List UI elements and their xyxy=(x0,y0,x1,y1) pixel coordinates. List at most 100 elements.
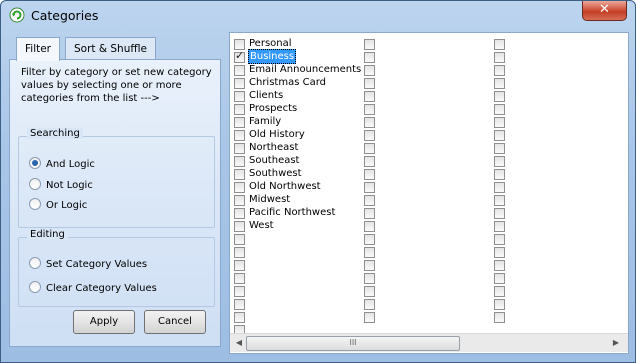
category-checkbox[interactable] xyxy=(234,156,245,167)
category-checkbox[interactable] xyxy=(234,299,245,310)
category-checkbox[interactable] xyxy=(234,234,245,245)
category-checkbox[interactable] xyxy=(494,104,505,115)
list-item[interactable] xyxy=(230,285,628,298)
category-checkbox[interactable] xyxy=(494,195,505,206)
category-label[interactable]: Midwest xyxy=(248,193,291,206)
radio-button[interactable] xyxy=(29,198,41,210)
category-checkbox[interactable] xyxy=(364,273,375,284)
category-checkbox[interactable] xyxy=(494,221,505,232)
category-checkbox[interactable] xyxy=(234,182,245,193)
category-checkbox[interactable] xyxy=(364,221,375,232)
category-checkbox[interactable] xyxy=(364,104,375,115)
category-checkbox[interactable] xyxy=(494,91,505,102)
category-checkbox[interactable] xyxy=(364,65,375,76)
category-label[interactable]: Northeast xyxy=(248,141,299,154)
category-checkbox[interactable] xyxy=(494,299,505,310)
and-logic-radio[interactable]: And Logic xyxy=(29,157,95,171)
category-label[interactable]: Christmas Card xyxy=(248,76,327,89)
category-checkbox[interactable] xyxy=(364,286,375,297)
category-label[interactable]: Old History xyxy=(248,128,306,141)
radio-button[interactable] xyxy=(29,281,41,293)
scroll-left-arrow-icon[interactable]: ◀ xyxy=(233,337,245,349)
category-checkbox[interactable] xyxy=(364,247,375,258)
category-checkbox[interactable] xyxy=(364,78,375,89)
category-checkbox[interactable] xyxy=(494,247,505,258)
category-checkbox[interactable] xyxy=(364,39,375,50)
category-label[interactable]: Business xyxy=(248,49,297,64)
category-label[interactable]: Pacific Northwest xyxy=(248,206,336,219)
close-button[interactable]: ✕ xyxy=(582,1,627,21)
category-checkbox[interactable] xyxy=(494,208,505,219)
category-checkbox[interactable] xyxy=(494,65,505,76)
category-checkbox[interactable] xyxy=(494,286,505,297)
category-checkbox[interactable] xyxy=(494,260,505,271)
category-checkbox[interactable] xyxy=(364,52,375,63)
set-category-values-radio[interactable]: Set Category Values xyxy=(29,257,147,271)
category-checkbox[interactable] xyxy=(364,195,375,206)
category-checkbox[interactable] xyxy=(234,169,245,180)
category-checkbox[interactable] xyxy=(364,234,375,245)
not-logic-radio[interactable]: Not Logic xyxy=(29,178,93,192)
category-checkbox[interactable] xyxy=(494,234,505,245)
category-checkbox[interactable] xyxy=(494,39,505,50)
category-checkbox[interactable] xyxy=(364,117,375,128)
list-item[interactable] xyxy=(230,311,628,324)
category-checkbox[interactable] xyxy=(364,156,375,167)
category-checkbox[interactable] xyxy=(234,91,245,102)
list-item[interactable]: Pacific Northwest xyxy=(230,207,628,220)
category-checkbox[interactable] xyxy=(494,78,505,89)
tab-sort-shuffle[interactable]: Sort & Shuffle xyxy=(65,37,156,60)
category-label[interactable]: Prospects xyxy=(248,102,298,115)
category-label[interactable]: West xyxy=(248,219,275,232)
category-checkbox[interactable] xyxy=(364,260,375,271)
category-checkbox[interactable] xyxy=(234,65,245,76)
title-bar[interactable]: Categories ✕ xyxy=(1,1,635,29)
category-checkbox[interactable] xyxy=(234,117,245,128)
category-checkbox[interactable] xyxy=(234,143,245,154)
or-logic-radio[interactable]: Or Logic xyxy=(29,198,87,212)
radio-button[interactable] xyxy=(29,257,41,269)
category-label[interactable]: Old Northwest xyxy=(248,180,322,193)
list-item[interactable] xyxy=(230,259,628,272)
category-checkbox[interactable] xyxy=(234,104,245,115)
category-checkbox[interactable] xyxy=(364,130,375,141)
category-checkbox[interactable] xyxy=(494,182,505,193)
category-checkbox[interactable] xyxy=(494,312,505,323)
category-checkbox[interactable] xyxy=(494,169,505,180)
category-label[interactable]: Clients xyxy=(248,89,284,102)
list-item[interactable] xyxy=(230,246,628,259)
category-label[interactable]: Family xyxy=(248,115,282,128)
list-item[interactable]: Prospects xyxy=(230,103,628,116)
category-checkbox[interactable] xyxy=(234,247,245,258)
category-checkbox[interactable] xyxy=(234,312,245,323)
category-checkbox[interactable] xyxy=(364,169,375,180)
category-checkbox[interactable] xyxy=(494,143,505,154)
category-checkbox[interactable] xyxy=(494,156,505,167)
category-checkbox[interactable] xyxy=(364,143,375,154)
category-checkbox[interactable] xyxy=(234,78,245,89)
cancel-button[interactable]: Cancel xyxy=(144,310,206,334)
category-list[interactable]: PersonalBusinessEmail AnnouncementsChris… xyxy=(230,33,628,336)
category-checkbox[interactable] xyxy=(234,221,245,232)
category-checkbox[interactable] xyxy=(234,208,245,219)
category-checkbox[interactable] xyxy=(364,182,375,193)
scrollbar-thumb[interactable]: III xyxy=(246,336,460,351)
tab-filter[interactable]: Filter xyxy=(16,37,61,61)
category-checkbox[interactable] xyxy=(234,49,245,63)
list-item[interactable]: Christmas Card xyxy=(230,77,628,90)
horizontal-scrollbar[interactable]: ◀ III ▶ xyxy=(230,333,628,352)
category-checkbox[interactable] xyxy=(494,52,505,63)
category-checkbox[interactable] xyxy=(234,130,245,141)
list-item[interactable]: West xyxy=(230,220,628,233)
category-checkbox[interactable] xyxy=(234,273,245,284)
scroll-right-arrow-icon[interactable]: ▶ xyxy=(610,337,622,349)
category-label[interactable]: Southeast xyxy=(248,154,300,167)
category-checkbox[interactable] xyxy=(364,312,375,323)
category-checkbox[interactable] xyxy=(234,286,245,297)
list-item[interactable] xyxy=(230,298,628,311)
category-checkbox[interactable] xyxy=(364,299,375,310)
category-checkbox[interactable] xyxy=(494,117,505,128)
category-label[interactable]: Email Announcements xyxy=(248,63,362,76)
apply-button[interactable]: Apply xyxy=(73,310,135,334)
list-item[interactable] xyxy=(230,233,628,246)
